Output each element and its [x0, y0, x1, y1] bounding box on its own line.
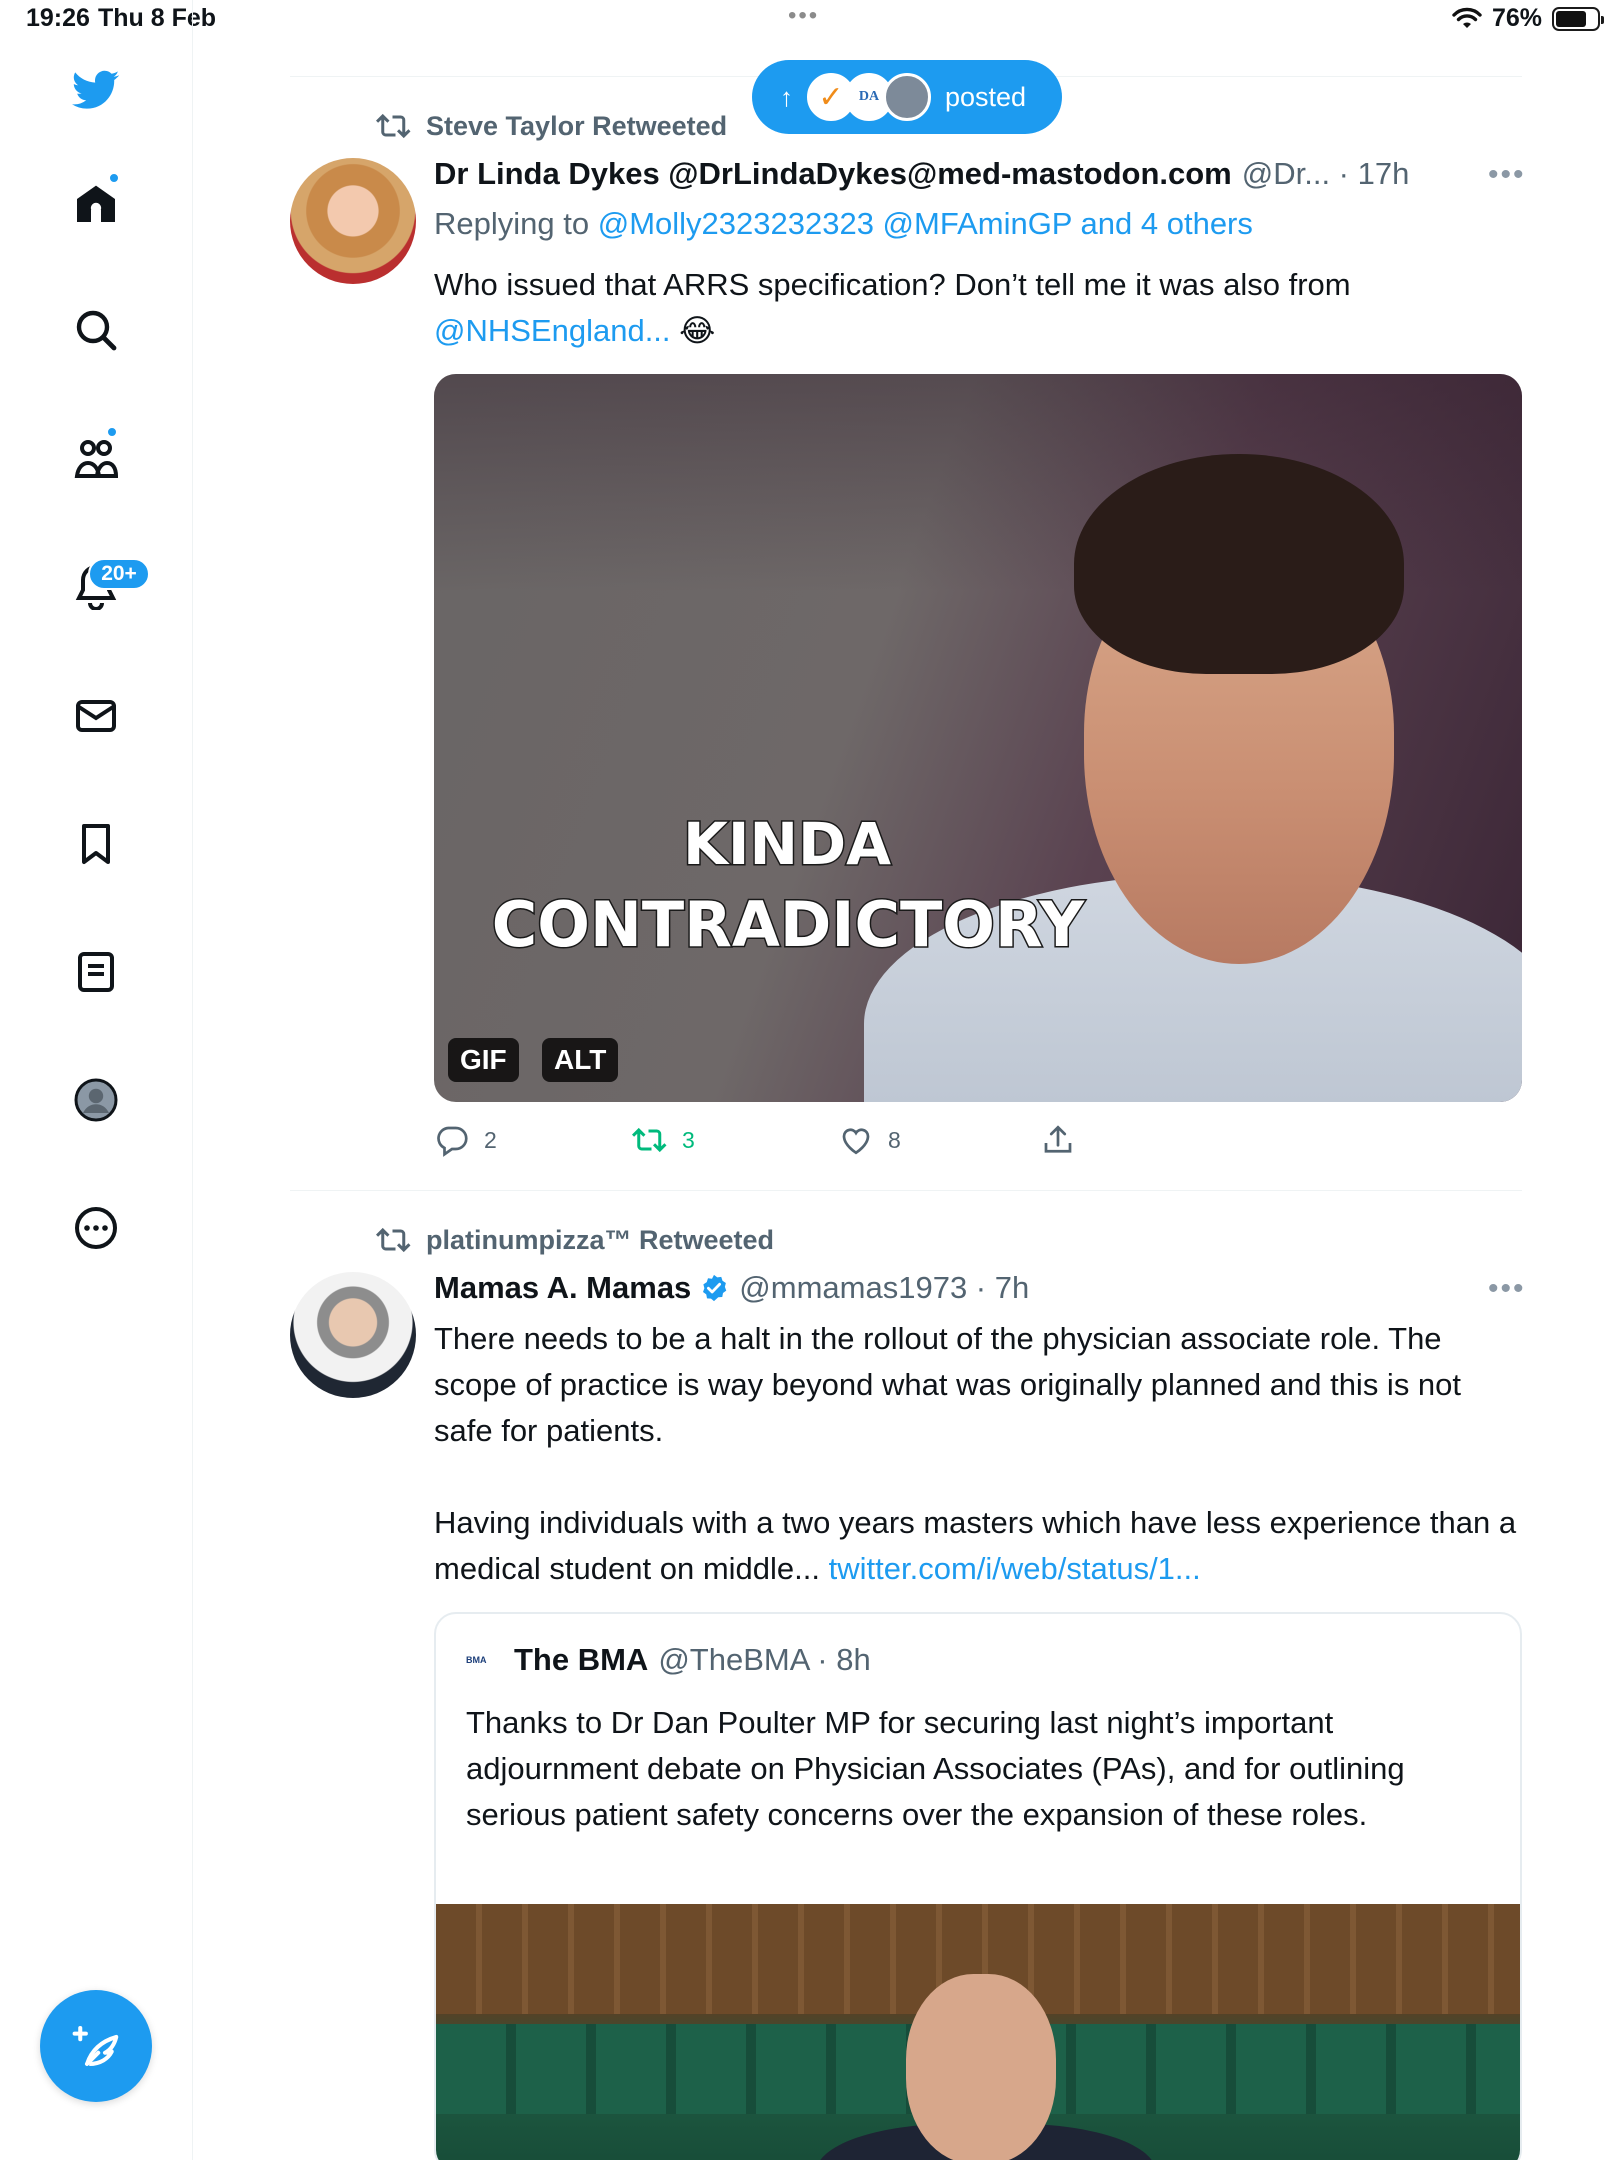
- author-handle-time[interactable]: @Dr... · 17h: [1242, 156, 1410, 192]
- speaker-head: [906, 1974, 1056, 2160]
- author-name[interactable]: Mamas A. Mamas: [434, 1270, 691, 1306]
- gif-badge: GIF: [448, 1038, 519, 1082]
- reply-count: 2: [484, 1126, 497, 1153]
- retweet-context[interactable]: platinumpizza™ Retweeted: [376, 1222, 774, 1258]
- reply-icon: [437, 1126, 468, 1157]
- emoji: 😂: [679, 313, 716, 348]
- retweeted-by-label: platinumpizza™ Retweeted: [426, 1224, 775, 1255]
- retweet-icon: [376, 1227, 411, 1253]
- retweet-icon: [632, 1127, 667, 1153]
- like-button[interactable]: 8: [838, 1122, 901, 1158]
- home-unread-dot: [108, 172, 120, 184]
- battery-percent: 76%: [1491, 4, 1542, 32]
- retweeted-by-label: Steve Taylor Retweeted: [426, 110, 728, 141]
- quoted-tweet-header: BMA The BMA @TheBMA · 8h: [466, 1642, 871, 1678]
- gif-caption-line: KINDA: [681, 809, 892, 880]
- feather-plus-icon: [72, 2025, 119, 2067]
- more-icon[interactable]: [62, 1194, 130, 1262]
- reply-button[interactable]: 2: [434, 1122, 497, 1158]
- like-count: 8: [888, 1126, 901, 1153]
- tweet-text: Who issued that ARRS specification? Don’…: [434, 262, 1524, 354]
- verified-badge-icon: [703, 1274, 727, 1302]
- mention-link[interactable]: @NHSEngland...: [434, 313, 671, 348]
- profile-icon[interactable]: [62, 1066, 130, 1134]
- share-icon: [1044, 1125, 1072, 1153]
- bookmark-icon[interactable]: [62, 810, 130, 878]
- home-icon[interactable]: [62, 170, 130, 238]
- alt-badge[interactable]: ALT: [542, 1038, 619, 1082]
- arrow-up-icon: ↑: [780, 81, 793, 112]
- tweet-paragraph: There needs to be a halt in the rollout …: [434, 1321, 1462, 1448]
- sidebar: 20+: [0, 0, 193, 2160]
- twitter-logo-icon[interactable]: [62, 56, 130, 124]
- quoted-tweet-text: Thanks to Dr Dan Poulter MP for securing…: [466, 1705, 1405, 1832]
- quoted-tweet-image[interactable]: [436, 1904, 1520, 2160]
- tweet-more-icon[interactable]: •••: [1488, 158, 1526, 192]
- tweet-author-row: Mamas A. Mamas @mmamas1973 · 7h: [434, 1270, 1029, 1306]
- replying-to-handles[interactable]: @Molly2323232323 @MFAminGP and 4 others: [598, 206, 1253, 241]
- status-bar: 19:26 Thu 8 Feb ••• 76%: [0, 0, 1620, 40]
- communities-icon[interactable]: [62, 424, 130, 492]
- heart-icon: [842, 1128, 870, 1155]
- communities-unread-dot: [106, 426, 118, 438]
- mail-icon[interactable]: [62, 682, 130, 750]
- share-button[interactable]: [1040, 1122, 1076, 1158]
- replying-prefix: Replying to: [434, 206, 590, 241]
- notifications-badge: 20+: [88, 558, 150, 590]
- retweet-icon: [376, 113, 411, 139]
- quoted-tweet[interactable]: BMA The BMA @TheBMA · 8h Thanks to Dr Da…: [434, 1612, 1522, 2160]
- bma-logo: BMA: [466, 1655, 487, 1665]
- search-icon[interactable]: [62, 296, 130, 364]
- status-right: 76%: [1452, 4, 1604, 33]
- tweet-more-icon[interactable]: •••: [1488, 1272, 1526, 1306]
- new-posts-pill[interactable]: ↑ ✓ DA posted: [752, 60, 1062, 134]
- quoted-author-name: The BMA: [514, 1642, 649, 1677]
- avatar[interactable]: [290, 1272, 416, 1398]
- tweet-text-line: Who issued that ARRS specification? Don’…: [434, 267, 1351, 302]
- tweet-paragraph: Having individuals with a two years mast…: [434, 1500, 1524, 1592]
- multitasking-dots-icon[interactable]: •••: [788, 2, 819, 30]
- author-name[interactable]: Dr Linda Dykes @DrLindaDykes@med-mastodo…: [434, 156, 1232, 192]
- author-handle-time[interactable]: @mmamas1973 · 7h: [739, 1270, 1029, 1306]
- tweet-link[interactable]: twitter.com/i/web/status/1...: [829, 1551, 1201, 1586]
- tweet-author-row: Dr Linda Dykes @DrLindaDykes@med-mastodo…: [434, 156, 1409, 192]
- battery-icon: [1552, 6, 1604, 31]
- replying-to: Replying to @Molly2323232323 @MFAminGP a…: [434, 206, 1253, 242]
- gif-figure-hair: [1074, 454, 1404, 674]
- compose-tweet-button[interactable]: [40, 1990, 152, 2102]
- retweet-context[interactable]: Steve Taylor Retweeted: [376, 108, 727, 144]
- gif-media[interactable]: KINDA CONTRADICTORY GIF ALT: [434, 374, 1522, 1102]
- gif-caption-line: CONTRADICTORY: [490, 887, 1085, 963]
- avatar[interactable]: [290, 158, 416, 284]
- retweet-button[interactable]: 3: [632, 1122, 695, 1158]
- quoted-author-handle-time: @TheBMA · 8h: [658, 1642, 871, 1677]
- avatar: [883, 73, 931, 121]
- retweet-count: 3: [682, 1126, 695, 1153]
- posted-label: posted: [945, 81, 1027, 112]
- divider: [290, 1190, 1522, 1191]
- tweet-text: There needs to be a halt in the rollout …: [434, 1316, 1524, 1592]
- wifi-icon: [1452, 7, 1482, 28]
- lists-icon[interactable]: [62, 938, 130, 1006]
